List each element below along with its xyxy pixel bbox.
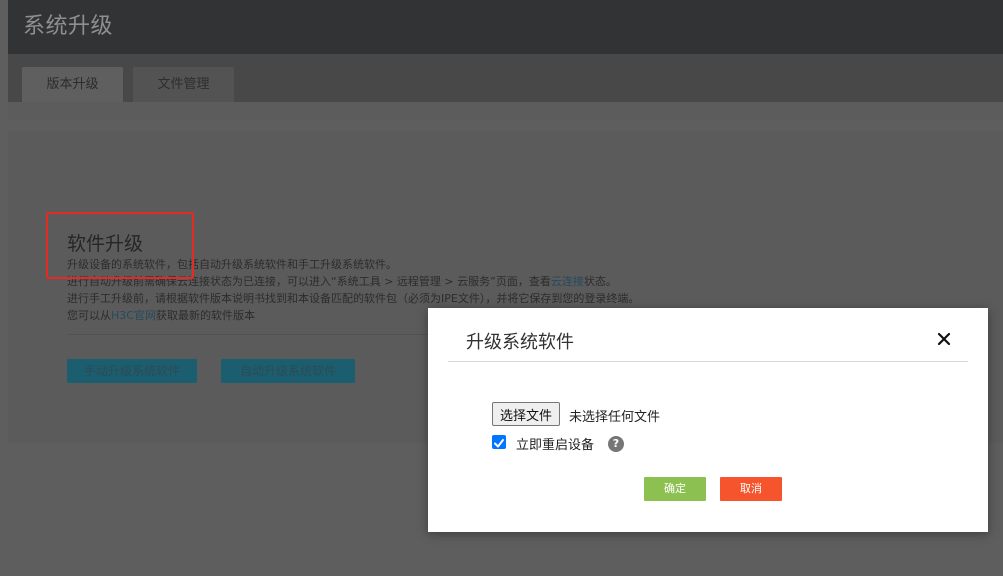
- cloud-connection-link[interactable]: 云连接: [551, 275, 584, 288]
- close-icon[interactable]: [933, 328, 955, 350]
- cancel-button[interactable]: 取消: [720, 477, 782, 501]
- page-title: 系统升级: [23, 14, 114, 39]
- description-line-3: 进行手工升级前，请根据软件版本说明书找到和本设备匹配的软件包（必须为IPE文件）…: [67, 292, 640, 305]
- tab-file-management[interactable]: 文件管理: [133, 67, 234, 102]
- description-text: 状态。: [583, 275, 617, 288]
- manual-upgrade-button[interactable]: 手动升级系统软件: [67, 359, 197, 383]
- page-header: 系统升级: [8, 0, 1003, 54]
- tab-bar: 版本升级 文件管理: [8, 54, 1003, 102]
- confirm-button[interactable]: 确定: [644, 477, 706, 501]
- reboot-checkbox[interactable]: [492, 435, 506, 449]
- choose-file-button[interactable]: 选择文件: [492, 402, 561, 426]
- description-text: 获取最新的软件版本: [155, 309, 255, 322]
- auto-upgrade-button[interactable]: 自动升级系统软件: [221, 359, 355, 383]
- content-strip: [8, 102, 1003, 120]
- upgrade-dialog: 升级系统软件 选择文件 未选择任何文件 立即重启设备 ? 确定 取消: [428, 308, 988, 532]
- dialog-divider: [448, 361, 968, 362]
- description-text: 您可以从: [67, 309, 111, 322]
- reboot-label: 立即重启设备: [516, 438, 595, 453]
- dialog-title: 升级系统软件: [466, 332, 574, 353]
- file-status-text: 未选择任何文件: [569, 410, 661, 425]
- highlight-box: [46, 212, 194, 279]
- help-icon[interactable]: ?: [608, 436, 624, 452]
- h3c-website-link[interactable]: H3C官网: [111, 309, 156, 322]
- description-line-4: 您可以从H3C官网获取最新的软件版本: [67, 307, 255, 323]
- tab-version-upgrade[interactable]: 版本升级: [22, 67, 123, 102]
